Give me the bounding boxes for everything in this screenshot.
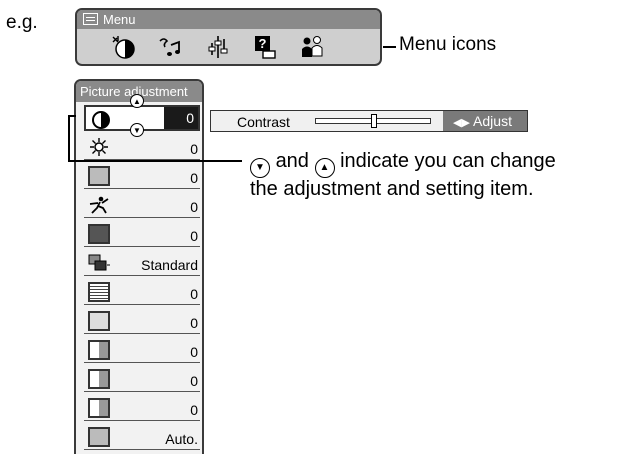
guide-icon[interactable]: ? [250,32,280,62]
progressive-icon [88,254,110,271]
note-line-2: the adjustment and setting item. [250,178,534,200]
row-value: 0 [190,402,198,418]
adjust-hint: ◀▶ Adjust [443,111,527,131]
blue-icon [88,340,110,360]
red-row[interactable]: 0 [84,279,200,305]
row-value: Standard [141,257,198,273]
brightness-icon [90,138,108,156]
row-value: 0 [190,199,198,215]
bracket-line-vertical [68,115,70,161]
green-icon [88,311,110,331]
clock-row[interactable]: 0 [84,366,200,392]
up-arrow-icon[interactable]: ▲ [130,94,144,108]
note-and: and [275,150,309,172]
language-icon[interactable] [297,32,327,62]
svg-text:?: ? [259,36,267,51]
menu-icons-callout: Menu icons [399,34,497,55]
row-value: 0 [190,315,198,331]
note-line-1: ▼ and ▲ indicate you can change [250,147,556,178]
picture-icon[interactable] [109,32,139,62]
row-value: Auto. [165,431,198,447]
menu-title: Menu [103,12,136,27]
progressive-row[interactable]: Standard [84,250,200,276]
blue-row[interactable]: 0 [84,337,200,363]
contrast-adjust-bar: Contrast ◀▶ Adjust [210,110,528,132]
green-row[interactable]: 0 [84,308,200,334]
adjust-label: Adjust [473,113,512,129]
menu-callout-line [383,46,396,48]
bracket-line-bottom [68,160,242,162]
row-value: 0 [190,344,198,360]
row-value: 0 [190,286,198,302]
auto-icon [88,427,110,447]
row-value: 0 [164,107,198,129]
row-value: 0 [190,141,198,157]
menu-title-icon [83,13,98,25]
contrast-slider[interactable] [315,114,431,128]
auto-row[interactable]: Auto. [84,424,200,450]
row-value: 0 [190,170,198,186]
menu-panel: Menu ? [75,8,382,66]
clock-icon [88,369,110,389]
phase-icon [88,398,110,418]
row-value: 0 [190,373,198,389]
sharpness-row[interactable]: 0 [84,192,200,218]
menu-icons: ? [109,32,327,62]
example-label: e.g. [6,12,38,33]
down-arrow-icon[interactable]: ▼ [130,123,144,137]
menu-title-bar: Menu [77,10,380,29]
color-icon [88,166,110,186]
phase-row[interactable]: 0 [84,395,200,421]
note-indicate: indicate you can change [340,150,556,172]
sharpness-icon [89,196,109,214]
audio-icon[interactable] [156,32,186,62]
setup-icon[interactable] [203,32,233,62]
tint-icon [88,224,110,244]
contrast-icon [92,111,110,129]
bracket-line-top [68,115,76,117]
left-right-arrows-icon: ◀▶ [453,117,470,129]
tint-row[interactable]: 0 [84,221,200,247]
brightness-row[interactable]: 0 [84,134,200,160]
contrast-label: Contrast [237,114,290,130]
red-icon [88,282,110,302]
color-row[interactable]: 0 [84,163,200,189]
row-value: 0 [190,228,198,244]
slider-thumb[interactable] [371,114,377,128]
